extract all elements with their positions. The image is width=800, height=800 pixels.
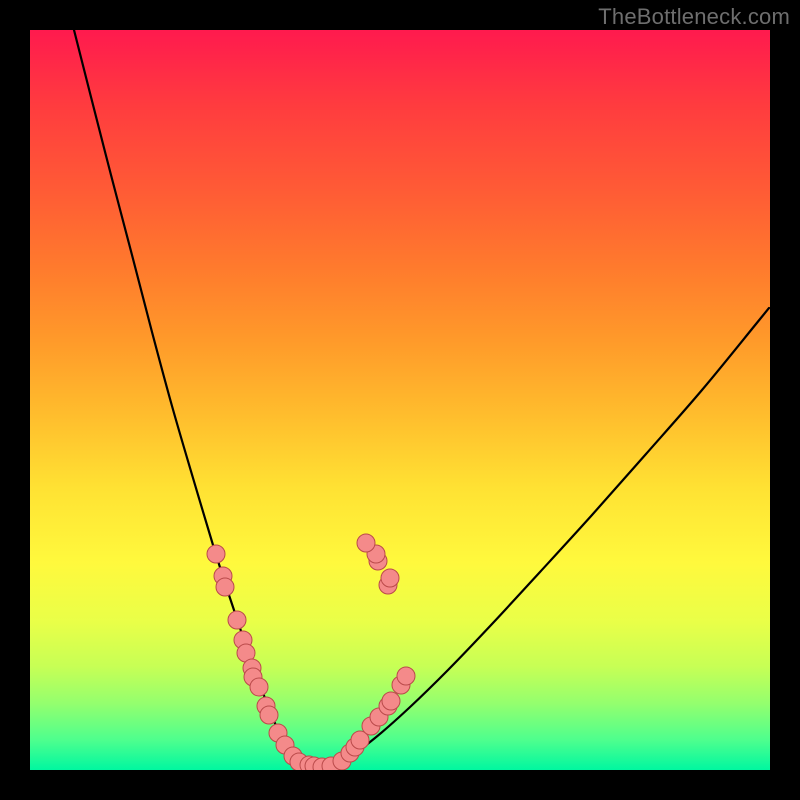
watermark-text: TheBottleneck.com — [598, 4, 790, 30]
data-dot — [207, 545, 225, 563]
chart-frame: TheBottleneck.com — [0, 0, 800, 800]
data-dot — [250, 678, 268, 696]
data-dot — [382, 692, 400, 710]
bottleneck-curve — [74, 30, 769, 768]
data-dot — [381, 569, 399, 587]
dots-layer — [207, 534, 415, 770]
plot-area — [30, 30, 770, 770]
data-dot — [357, 534, 375, 552]
data-dot — [397, 667, 415, 685]
chart-svg — [30, 30, 770, 770]
data-dot — [216, 578, 234, 596]
data-dot — [260, 706, 278, 724]
data-dot — [228, 611, 246, 629]
